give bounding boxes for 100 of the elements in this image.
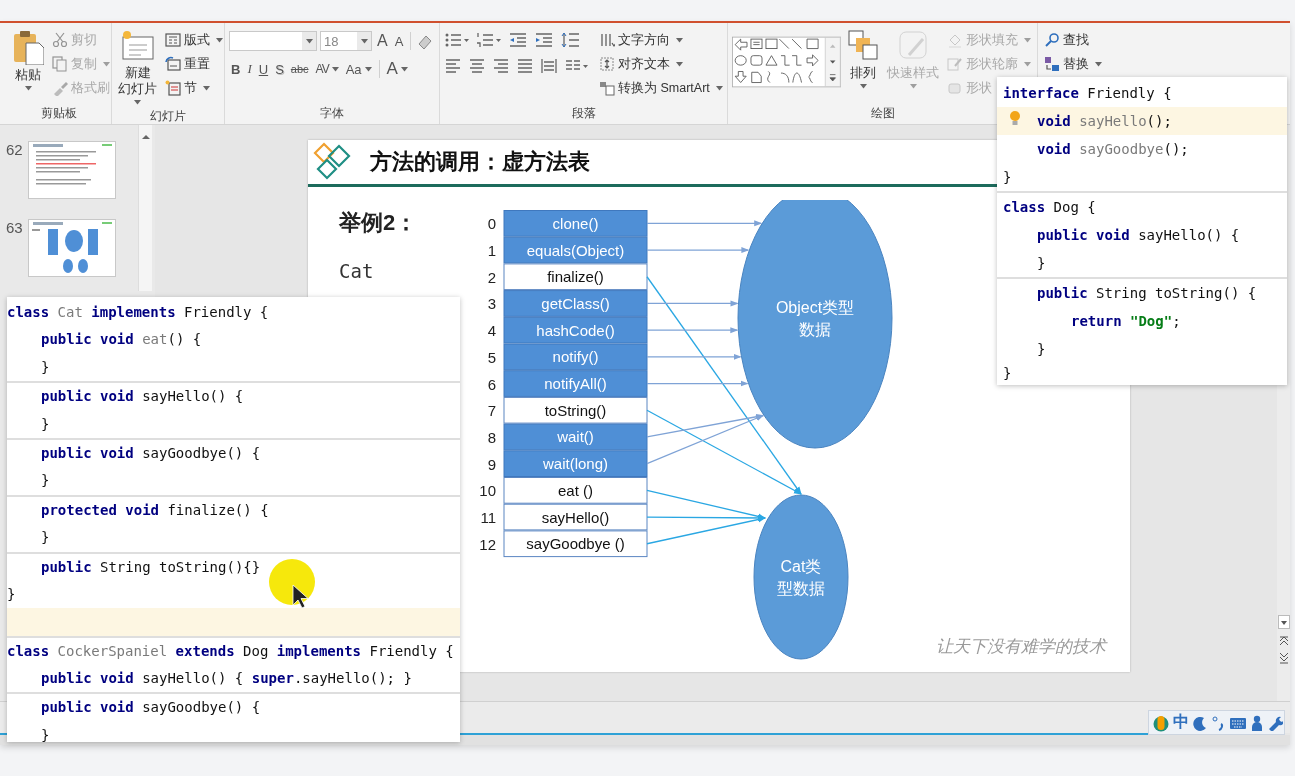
distribute-icon[interactable]	[540, 57, 558, 75]
person-icon[interactable]	[1251, 714, 1263, 731]
code-line: public void sayGoodbye() {	[41, 698, 261, 718]
code-line: public String toString() {	[1037, 284, 1257, 303]
moon-icon[interactable]	[1193, 714, 1207, 731]
format-button[interactable]: Aa	[343, 59, 374, 79]
code-line: public void sayHello() {	[41, 387, 244, 407]
code-line: interface Friendly {	[1003, 84, 1172, 103]
code-line: class Dog {	[1003, 198, 1096, 217]
bullets-icon[interactable]	[444, 31, 470, 49]
group-label: 剪贴板	[40, 105, 77, 122]
slide-number: 63	[6, 219, 24, 236]
scrollbar[interactable]	[138, 125, 152, 291]
slide-icon	[120, 29, 155, 63]
previous-slide-icon[interactable]	[1277, 633, 1290, 647]
ribbon-button[interactable]: 重置	[163, 53, 212, 75]
align-text-icon	[599, 56, 615, 72]
scroll-down-icon[interactable]	[1277, 615, 1290, 629]
caret-icon	[364, 66, 372, 72]
numbering-icon[interactable]	[476, 31, 502, 49]
light-bulb-icon[interactable]	[1009, 110, 1021, 128]
code-line: public void sayHello() {	[1037, 226, 1240, 245]
code-line: void sayGoodbye();	[1037, 140, 1189, 159]
method-slot: equals(Object)	[503, 236, 648, 264]
keyboard-icon[interactable]	[1229, 715, 1247, 730]
code-line: return "Dog";	[1071, 312, 1181, 331]
font-name-field[interactable]	[229, 31, 317, 51]
font-size-button[interactable]: A	[392, 31, 406, 51]
ribbon-button[interactable]: 文字方向	[597, 29, 685, 51]
format-button[interactable]: S	[273, 59, 286, 79]
code-line: }	[41, 357, 50, 377]
group-label: 幻灯片	[150, 108, 186, 125]
format-button[interactable]: abc	[288, 59, 311, 79]
next-slide-icon[interactable]	[1277, 651, 1290, 665]
code-line: protected void finalize() {	[41, 500, 269, 520]
ribbon-button[interactable]: 排列	[845, 27, 881, 91]
slide-title: 方法的调用：虚方法表	[370, 148, 590, 176]
slot-index: 8	[487, 428, 496, 446]
copy-icon	[52, 56, 68, 72]
method-slot: finalize()	[503, 263, 648, 291]
slot-index: 5	[487, 348, 496, 366]
slide-thumbnail[interactable]	[28, 219, 116, 277]
pencil-icon	[947, 56, 963, 72]
u-logo-icon[interactable]	[1153, 713, 1169, 732]
brush-icon	[52, 80, 68, 96]
layout-icon	[165, 32, 181, 48]
slot-index: 10	[479, 482, 496, 500]
search-icon	[1044, 32, 1060, 48]
replace-icon	[1044, 56, 1060, 72]
code-line: }	[41, 528, 50, 548]
slot-index: 1	[487, 242, 496, 260]
format-button[interactable]: B	[229, 59, 243, 79]
format-button[interactable]: I	[245, 59, 254, 79]
arrange-icon	[847, 29, 879, 63]
reset-icon	[165, 56, 181, 72]
slot-index: 12	[479, 535, 496, 553]
ribbon-button[interactable]: 替换	[1042, 53, 1104, 75]
ribbon-button[interactable]: 版式	[163, 29, 225, 51]
method-slot: getClass()	[503, 290, 648, 317]
code-line: }	[41, 471, 50, 491]
code-line: public void sayGoodbye() {	[41, 443, 261, 463]
align-center-icon[interactable]	[468, 57, 486, 75]
clipboard-icon	[12, 29, 44, 65]
font-size-button[interactable]: A	[375, 31, 390, 51]
method-slot: sayGoodbye ()	[503, 530, 648, 558]
code-line: }	[1003, 364, 1012, 383]
decrease-indent-icon[interactable]	[508, 31, 528, 49]
code-line: }	[41, 725, 50, 742]
ribbon-button[interactable]: 对齐文本	[597, 53, 685, 75]
align-right-icon[interactable]	[492, 57, 510, 75]
method-slot: sayHello()	[503, 503, 648, 531]
ribbon-button[interactable]: 转换为 SmartArt	[597, 77, 725, 99]
cat-data-ellipse: Cat类 型数据	[753, 494, 849, 660]
increase-indent-icon[interactable]	[534, 31, 554, 49]
slot-index: 11	[480, 509, 496, 527]
wrench-icon[interactable]	[1267, 714, 1283, 731]
punctuation-icon[interactable]	[1211, 714, 1225, 731]
method-slot: notify()	[503, 343, 648, 371]
method-slot: wait(long)	[503, 450, 648, 477]
font-size-field[interactable]: 18	[320, 31, 372, 51]
ribbon-button[interactable]: 节	[163, 77, 212, 99]
code-line: public String toString(){}	[41, 557, 261, 577]
ribbon-button[interactable]: 新建 幻灯片	[116, 27, 159, 107]
smartart-icon	[599, 80, 615, 96]
format-button[interactable]: A	[384, 59, 410, 79]
input-mode-toggle[interactable]: 中	[1173, 712, 1189, 733]
code-line: class Cat implements Friendly {	[7, 303, 269, 322]
code-line: }	[41, 414, 50, 434]
format-button[interactable]: AV	[313, 59, 341, 79]
slot-index: 9	[487, 455, 496, 473]
slide-number: 62	[6, 141, 24, 158]
ribbon-button[interactable]: 查找	[1042, 29, 1091, 51]
ribbon-button[interactable]: 粘贴	[10, 27, 46, 93]
class-label: Cat	[339, 260, 375, 282]
slide-thumbnail[interactable]	[28, 141, 116, 199]
code-line: public void eat() {	[41, 330, 202, 350]
align-left-icon[interactable]	[444, 57, 462, 75]
justify-icon[interactable]	[516, 57, 534, 75]
method-slot: clone()	[503, 210, 648, 237]
format-button[interactable]: U	[256, 59, 271, 79]
